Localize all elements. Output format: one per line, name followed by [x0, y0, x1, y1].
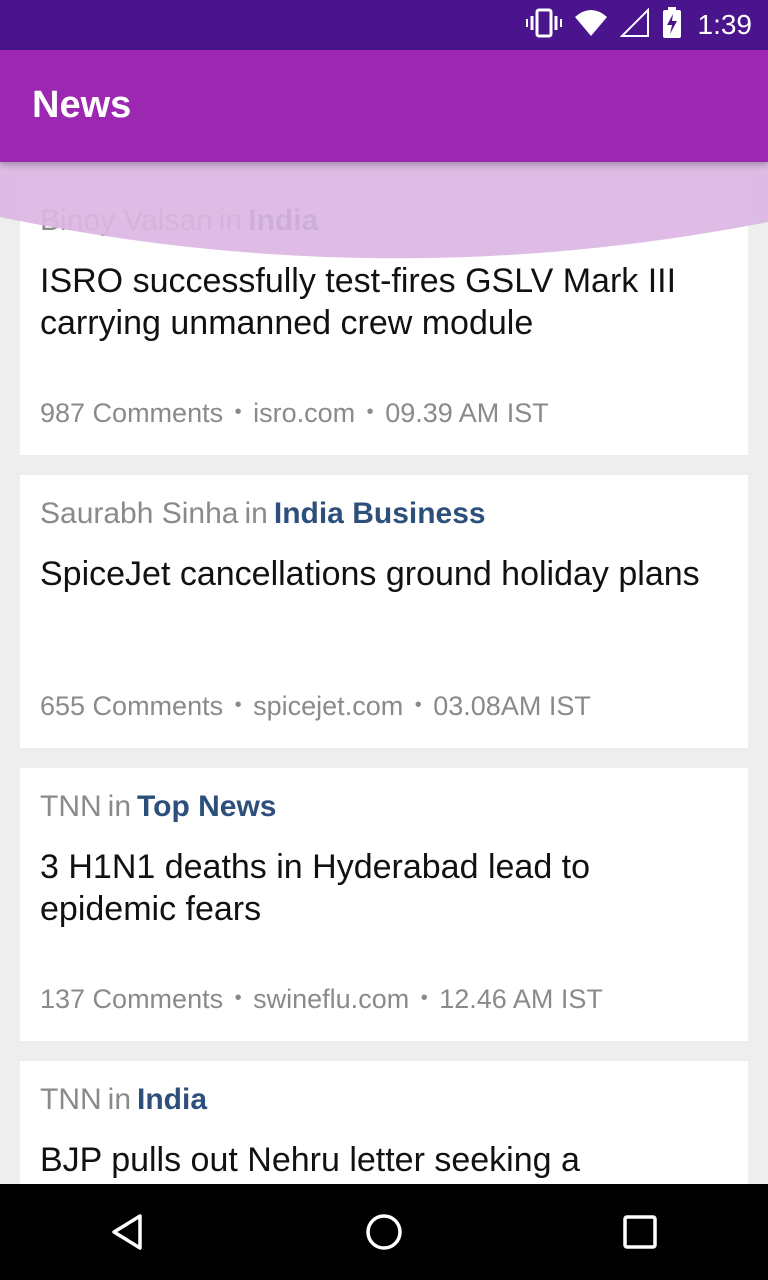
headline[interactable]: 3 H1N1 deaths in Hyderabad lead to epide…: [40, 846, 730, 930]
separator-dot: •: [366, 401, 374, 423]
home-button[interactable]: [344, 1192, 424, 1272]
status-bar: 1:39: [0, 0, 768, 50]
headline[interactable]: ISRO successfully test-fires GSLV Mark I…: [40, 260, 730, 344]
home-icon: [366, 1214, 402, 1250]
status-icons: 1:39: [525, 0, 753, 50]
back-icon: [112, 1214, 142, 1250]
signal-icon: [619, 7, 650, 43]
byline: TNN in India: [40, 1083, 207, 1117]
news-card[interactable]: Saurabh Sinha in India Business SpiceJet c…: [20, 475, 748, 748]
section-link[interactable]: India: [248, 204, 318, 237]
in-label: in: [107, 1083, 132, 1116]
separator-dot: •: [420, 987, 428, 1009]
in-label: in: [107, 790, 132, 823]
comments-count[interactable]: 655 Comments: [40, 691, 223, 721]
section-link[interactable]: Top News: [137, 790, 276, 823]
source-domain: isro.com: [253, 398, 356, 428]
news-card[interactable]: Binoy Valsan in India ISRO successfully te…: [20, 182, 748, 455]
byline: Binoy Valsan in India: [40, 204, 318, 238]
author: Binoy Valsan: [40, 204, 213, 237]
headline[interactable]: BJP pulls out Nehru letter seeking a: [40, 1139, 730, 1181]
section-link[interactable]: India Business: [274, 497, 486, 530]
news-card[interactable]: TNN in Top News 3 H1N1 deaths in Hyderabad…: [20, 768, 748, 1041]
news-feed[interactable]: Binoy Valsan in India ISRO successfully te…: [0, 162, 768, 1184]
publish-time: 09.39 AM IST: [385, 398, 549, 428]
separator-dot: •: [414, 694, 422, 716]
recents-icon: [623, 1215, 657, 1249]
separator-dot: •: [234, 694, 242, 716]
in-label: in: [218, 204, 243, 237]
wifi-icon: [574, 9, 608, 42]
news-card[interactable]: TNN in India BJP pulls out Nehru letter se…: [20, 1061, 748, 1184]
separator-dot: •: [234, 401, 242, 423]
article-meta: 987 Comments • isro.com • 09.39 AM IST: [40, 398, 549, 429]
article-meta: 655 Comments • spicejet.com • 03.08AM IS…: [40, 691, 591, 722]
in-label: in: [244, 497, 268, 530]
separator-dot: •: [234, 987, 242, 1009]
article-meta: 137 Comments • swineflu.com • 12.46 AM I…: [40, 984, 603, 1015]
publish-time: 03.08AM IST: [433, 691, 591, 721]
source-domain: swineflu.com: [253, 984, 410, 1014]
recents-button[interactable]: [600, 1192, 680, 1272]
section-link[interactable]: India: [137, 1083, 207, 1116]
headline[interactable]: SpiceJet cancellations ground holiday pl…: [40, 553, 730, 595]
byline: TNN in Top News: [40, 790, 276, 824]
author: TNN: [40, 1083, 102, 1116]
author: Saurabh Sinha: [40, 497, 239, 530]
app-bar: News: [0, 50, 768, 162]
byline: Saurabh Sinha in India Business: [40, 497, 486, 531]
comments-count[interactable]: 987 Comments: [40, 398, 223, 428]
navigation-bar: [0, 1184, 768, 1280]
status-time: 1:39: [697, 9, 753, 40]
source-domain: spicejet.com: [253, 691, 404, 721]
page-title: News: [32, 84, 132, 126]
publish-time: 12.46 AM IST: [439, 984, 603, 1014]
author: TNN: [40, 790, 102, 823]
comments-count[interactable]: 137 Comments: [40, 984, 223, 1014]
back-button[interactable]: [88, 1192, 168, 1272]
vibrate-icon: [525, 8, 562, 43]
battery-charging-icon: [662, 6, 682, 44]
